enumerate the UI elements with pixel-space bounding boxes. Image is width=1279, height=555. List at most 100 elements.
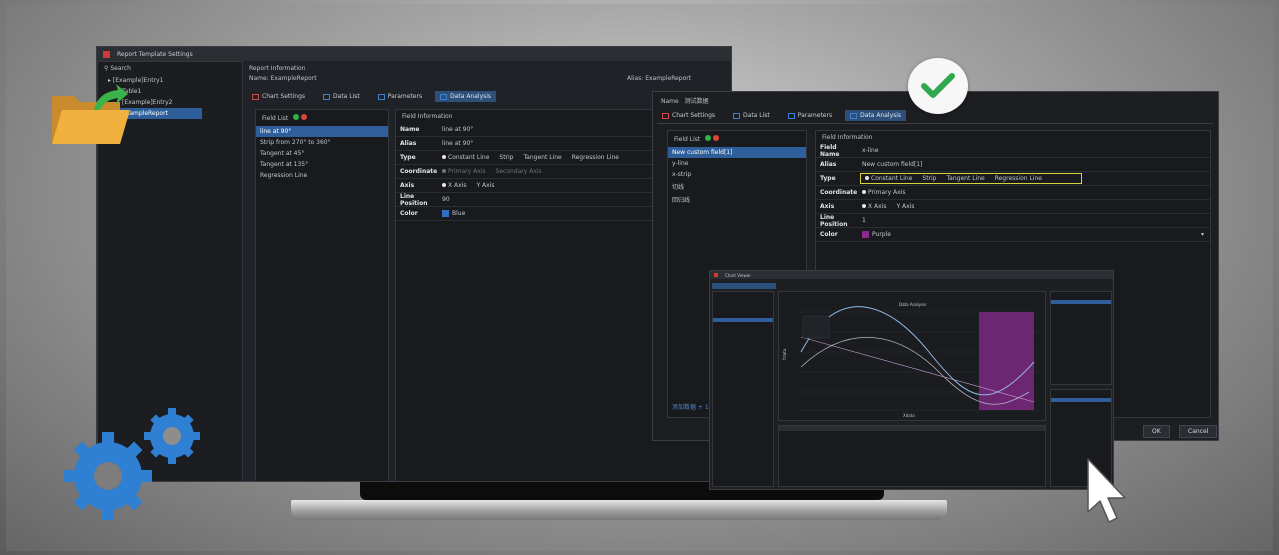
line-position-input[interactable]: 1 (856, 217, 1210, 224)
add-icon[interactable] (293, 114, 300, 120)
color-select[interactable]: Purple ▾ (856, 231, 1210, 238)
tab-parameters[interactable]: Parameters (783, 110, 837, 121)
field-item[interactable]: Strip from 270° to 360° (256, 137, 388, 148)
parameters-icon (787, 112, 795, 119)
tab-label: Chart Settings (672, 112, 716, 119)
radio-x-axis[interactable]: X Axis (862, 203, 886, 210)
remove-icon[interactable] (713, 135, 720, 141)
prop-key: Type (400, 154, 416, 161)
radio-icon (865, 176, 869, 180)
color-value: Blue (452, 210, 466, 217)
field-item[interactable]: Tangent at 45° (256, 148, 388, 159)
field-name-input[interactable]: x-line (856, 147, 1210, 154)
radio-label: Constant Line (448, 154, 490, 161)
radio-label: Primary Axis (448, 168, 486, 175)
ok-button[interactable]: OK (1143, 425, 1170, 438)
color-swatch (442, 210, 449, 217)
radio-tangent-line[interactable]: Tangent Line (524, 154, 562, 161)
chart-tree-selected[interactable] (713, 318, 773, 322)
tab-label: Data Analysis (860, 112, 902, 119)
radio-primary-axis[interactable]: Primary Axis (442, 168, 486, 175)
field-item[interactable]: y-line (668, 158, 806, 169)
folder-icon (52, 84, 130, 144)
field-item[interactable]: Tangent at 135° (256, 159, 388, 170)
table-header (779, 426, 1045, 431)
radio-icon (862, 204, 866, 208)
front-name-label: Name (661, 98, 679, 105)
field-item-selected[interactable]: New custom field[1] (668, 147, 806, 158)
tab-label: Parameters (387, 93, 423, 100)
tab-data-analysis[interactable]: Data Analysis (435, 91, 497, 102)
prop-key: Line Position (820, 213, 848, 228)
prop-field-name-row: Field Name x-line (816, 144, 1210, 158)
prop-key: Name (400, 126, 420, 133)
radio-icon (862, 190, 866, 194)
chart-tree-panel (712, 291, 774, 487)
radio-primary-axis[interactable]: Primary Axis (856, 189, 1210, 196)
radio-y-axis[interactable]: Y Axis (896, 203, 914, 210)
chart-window-title: Chart Viewer (725, 272, 751, 278)
prop-key: Color (400, 210, 418, 217)
radio-y-axis[interactable]: Y Axis (476, 182, 494, 189)
chart-data-table (778, 425, 1046, 487)
chart-toolbar (712, 283, 776, 289)
gears-icon (64, 408, 200, 520)
window-title: Report Template Settings (117, 50, 193, 58)
field-item[interactable]: 回归线 (668, 193, 806, 206)
radio-tangent-line[interactable]: Tangent Line (947, 175, 985, 182)
field-item[interactable]: Regression Line (256, 170, 388, 181)
field-list-panel: Field List line at 90° Strip from 270° t… (255, 109, 389, 481)
chart-ylabel: Ydata (782, 348, 788, 361)
field-list-header: Field List (256, 110, 388, 126)
tab-data-list[interactable]: Data List (318, 91, 365, 102)
alias-row: Alias: ExampleReport (627, 75, 692, 82)
field-item-selected[interactable]: line at 90° (256, 126, 388, 137)
report-info-label: Report Information (249, 65, 306, 72)
app-icon (103, 50, 110, 58)
chart-plot (799, 306, 1039, 411)
radio-constant-line[interactable]: Constant Line (442, 154, 489, 161)
tab-chart-settings[interactable]: Chart Settings (247, 91, 310, 102)
radio-icon (442, 155, 446, 159)
field-item[interactable]: x-strip (668, 169, 806, 180)
tab-label: Data List (743, 112, 770, 119)
color-value: Purple (872, 231, 891, 238)
alias-input[interactable]: New custom field[1] (856, 161, 1210, 168)
prop-key: Color (820, 231, 838, 238)
chart-icon (662, 112, 669, 119)
chart-window-titlebar: Chart Viewer (710, 271, 1113, 279)
properties-selected[interactable] (1051, 300, 1111, 304)
add-icon[interactable] (705, 135, 712, 141)
remove-icon[interactable] (301, 114, 308, 120)
search-field[interactable]: ⚲ Search (98, 62, 242, 75)
chevron-down-icon: ▾ (1200, 231, 1204, 238)
color-swatch (862, 231, 869, 238)
radio-constant-line[interactable]: Constant Line (865, 175, 912, 182)
radio-strip[interactable]: Strip (499, 154, 513, 161)
radio-label: X Axis (448, 182, 467, 189)
tab-data-analysis[interactable]: Data Analysis (845, 110, 907, 121)
prop-key: Field Name (820, 143, 840, 158)
tab-parameters[interactable]: Parameters (373, 91, 427, 102)
field-list-header: Field List (668, 131, 806, 147)
radio-x-axis[interactable]: X Axis (442, 182, 466, 189)
tab-chart-settings[interactable]: Chart Settings (657, 110, 720, 121)
radio-secondary-axis[interactable]: Secondary Axis (496, 168, 542, 175)
fields-selected[interactable] (1051, 398, 1111, 402)
radio-label: Constant Line (871, 175, 913, 182)
prop-line-position-row: Line Position 1 (816, 214, 1210, 228)
tab-data-list[interactable]: Data List (728, 110, 775, 121)
chart-xlabel: Xdata (903, 413, 915, 418)
front-name-row: Name 测试数据 (661, 96, 709, 105)
cancel-button[interactable]: Cancel (1179, 425, 1218, 438)
prop-coordinate-row: Coordinate Primary Axis (816, 186, 1210, 200)
radio-strip[interactable]: Strip (922, 175, 936, 182)
prop-type-row: Type Constant Line Strip Tangent Line Re… (816, 172, 1210, 186)
field-item[interactable]: 切线 (668, 180, 806, 193)
parameters-icon (377, 93, 385, 100)
check-badge (908, 58, 968, 114)
radio-regression-line[interactable]: Regression Line (572, 154, 619, 161)
field-list-label: Field List (262, 115, 289, 122)
radio-regression-line[interactable]: Regression Line (995, 175, 1042, 182)
check-icon (921, 73, 955, 98)
